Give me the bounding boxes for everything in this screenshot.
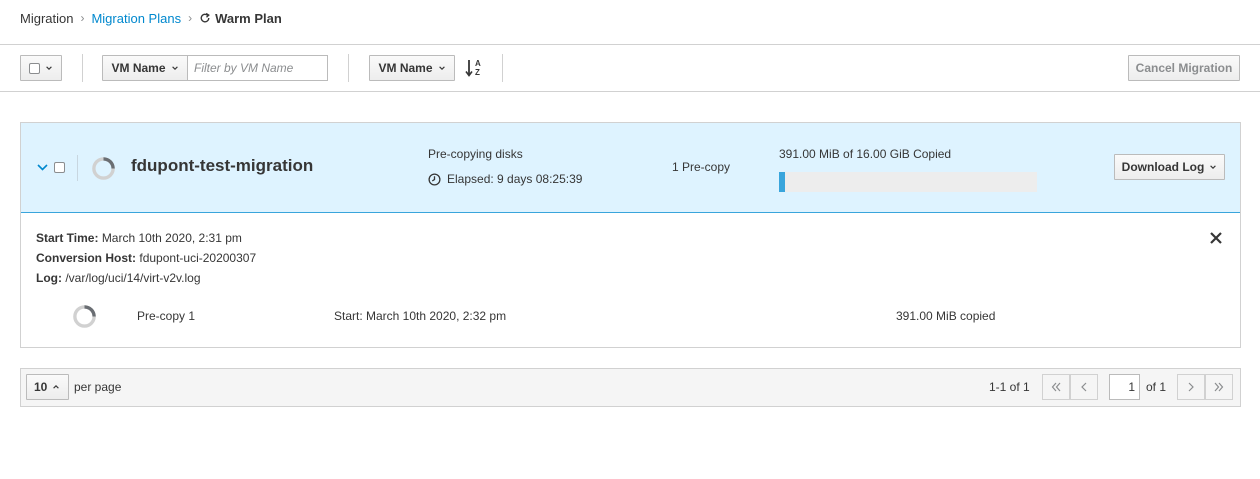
clock-icon xyxy=(428,172,441,186)
breadcrumb: Migration › Migration Plans › Warm Plan xyxy=(20,10,282,26)
caret-up-icon xyxy=(53,385,60,389)
double-chevron-left-icon xyxy=(1051,382,1061,392)
toolbar-divider xyxy=(0,91,1260,92)
log-path: Log: /var/log/uci/14/virt-v2v.log xyxy=(36,271,201,285)
filter-field-label: VM Name xyxy=(111,61,166,75)
first-page-button[interactable] xyxy=(1042,374,1070,400)
elapsed-time: Elapsed: 9 days 08:25:39 xyxy=(428,172,582,186)
page-total: of 1 xyxy=(1146,380,1167,394)
plan-title: Warm Plan xyxy=(215,10,282,26)
precopy-count: 1 Pre-copy xyxy=(672,160,731,174)
step-label: Pre-copy 1 xyxy=(137,309,196,323)
pagination: 10 per page 1-1 of 1 of 1 xyxy=(20,368,1241,407)
spinner-icon xyxy=(92,157,115,180)
caret-down-icon xyxy=(171,66,178,70)
bulk-select-dropdown[interactable] xyxy=(20,55,62,81)
caret-down-icon xyxy=(438,66,445,70)
chevron-down-icon[interactable] xyxy=(37,163,48,172)
select-all-checkbox[interactable] xyxy=(29,62,40,74)
svg-text:A: A xyxy=(475,59,481,68)
last-page-button[interactable] xyxy=(1205,374,1233,400)
breadcrumb-current: Warm Plan xyxy=(199,11,282,26)
log-value: /var/log/uci/14/virt-v2v.log xyxy=(65,271,201,285)
vm-card: fdupont-test-migration Pre-copying disks… xyxy=(20,122,1241,348)
vm-name: fdupont-test-migration xyxy=(131,156,314,175)
conversion-host: Conversion Host: fdupont-uci-20200307 xyxy=(36,251,256,265)
progress-bar-fill xyxy=(779,172,786,192)
copied-text: 391.00 MiB of 16.00 GiB Copied xyxy=(779,147,952,161)
chevron-right-icon xyxy=(1188,382,1194,392)
caret-down-icon xyxy=(1210,165,1217,169)
current-page-input[interactable] xyxy=(1109,374,1140,400)
progress-bar xyxy=(779,172,1037,192)
start-time-value: March 10th 2020, 2:31 pm xyxy=(101,231,242,245)
vm-details: Start Time: March 10th 2020, 2:31 pm Con… xyxy=(21,214,1240,347)
start-time: Start Time: March 10th 2020, 2:31 pm xyxy=(36,231,242,245)
download-log-label: Download Log xyxy=(1121,160,1205,174)
per-page-value: 10 xyxy=(34,380,48,394)
sort-field-dropdown[interactable]: VM Name xyxy=(369,55,455,81)
step-spinner-icon xyxy=(73,305,96,328)
vm-row-checkbox[interactable] xyxy=(54,162,65,173)
toolbar-separator xyxy=(82,54,83,82)
refresh-icon xyxy=(200,12,210,23)
per-page-dropdown[interactable]: 10 xyxy=(26,374,69,400)
chevron-right-icon: › xyxy=(188,11,193,25)
per-page-label: per page xyxy=(74,380,122,394)
conversion-host-value: fdupont-uci-20200307 xyxy=(139,251,257,265)
step-start: Start: March 10th 2020, 2:32 pm xyxy=(334,309,507,323)
prev-page-button[interactable] xyxy=(1070,374,1098,400)
header-separator xyxy=(77,155,78,181)
sort-field-label: VM Name xyxy=(378,61,433,75)
elapsed-text: Elapsed: 9 days 08:25:39 xyxy=(447,172,583,186)
svg-text:Z: Z xyxy=(475,68,480,77)
cancel-migration-button[interactable]: Cancel Migration xyxy=(1128,55,1240,81)
toolbar-separator xyxy=(502,54,503,82)
toolbar-separator xyxy=(348,54,349,82)
chevron-left-icon xyxy=(1081,382,1087,392)
close-icon[interactable] xyxy=(1209,231,1223,245)
download-log-button[interactable]: Download Log xyxy=(1114,154,1225,180)
filter-field-dropdown[interactable]: VM Name xyxy=(102,55,188,81)
vm-status: Pre-copying disks xyxy=(428,147,523,161)
next-page-button[interactable] xyxy=(1177,374,1205,400)
breadcrumb-migration[interactable]: Migration xyxy=(20,11,73,26)
double-chevron-right-icon xyxy=(1214,382,1224,392)
sort-alpha-asc-icon[interactable]: A Z xyxy=(465,58,483,78)
step-copied: 391.00 MiB copied xyxy=(896,309,996,323)
start-time-label: Start Time: xyxy=(36,231,99,245)
breadcrumb-migration-plans[interactable]: Migration Plans xyxy=(91,11,181,26)
filter-input[interactable] xyxy=(187,55,328,81)
header-divider xyxy=(0,44,1260,45)
caret-down-icon xyxy=(46,66,52,70)
vm-card-header[interactable]: fdupont-test-migration Pre-copying disks… xyxy=(21,123,1240,213)
chevron-right-icon: › xyxy=(80,11,85,25)
page-range: 1-1 of 1 xyxy=(989,380,1030,394)
conversion-host-label: Conversion Host: xyxy=(36,251,137,265)
log-label: Log: xyxy=(36,271,62,285)
